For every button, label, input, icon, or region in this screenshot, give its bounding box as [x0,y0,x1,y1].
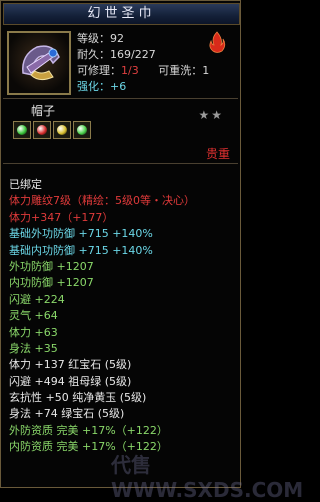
attribute-line: 外功防御 +1207 [9,259,94,273]
repair-row: 可修理：1/3 可重洗：1 [77,64,210,77]
attribute-line: 内功防御 +1207 [9,276,94,290]
divider [3,163,238,164]
item-tooltip: 幻世圣巾 等级：92 耐久：169/227 可修理：1/3 可重洗：1 强化：+… [0,0,303,502]
green-gem-icon [73,121,91,139]
attribute-line: 闪避 +494 祖母绿 (5级) [9,374,132,388]
bound-status: 已绑定 [9,178,42,191]
attribute-line: 基础外功防御 +715 +140% [9,227,153,241]
attribute-line: 体力+347（+177） [9,210,114,224]
attribute-line: 玄抗性 +50 纯净黄玉 (5级) [9,391,147,405]
attribute-line: 灵气 +64 [9,309,58,323]
red-gem-icon [33,121,51,139]
item-category: 帽子 [31,104,56,118]
attribute-line: 基础内功防御 +715 +140% [9,243,153,257]
star-rating: ★★ [198,108,224,122]
attribute-list: 已绑定 体力雕纹7级（精绘：5级0等・决心） 体力+347（+177） 基础外功防御… [9,177,237,456]
attribute-line: 体力 +137 红宝石 (5级) [9,358,132,372]
attribute-line: 身法 +35 [9,341,58,355]
yellow-gem-icon [53,121,71,139]
rarity-label: 贵重 [205,147,230,161]
flame-icon [209,31,226,53]
green-gem-icon [13,121,31,139]
attribute-line: 体力雕纹7级（精绘：5级0等・决心） [9,194,195,208]
attribute-line: 外防资质 完美 +17%（+122） [9,423,168,437]
enhance-row: 强化：+6 [77,80,127,93]
item-title: 幻世圣巾 [3,3,240,25]
gem-slots [13,121,91,141]
attribute-line: 身法 +74 绿宝石 (5级) [9,407,125,421]
divider [3,98,238,99]
helmet-icon [7,31,71,95]
attribute-line: 闪避 +224 [9,292,65,306]
attribute-line: 体力 +63 [9,325,58,339]
watermark: 代售 WWW.SXDS.COM [111,453,304,502]
